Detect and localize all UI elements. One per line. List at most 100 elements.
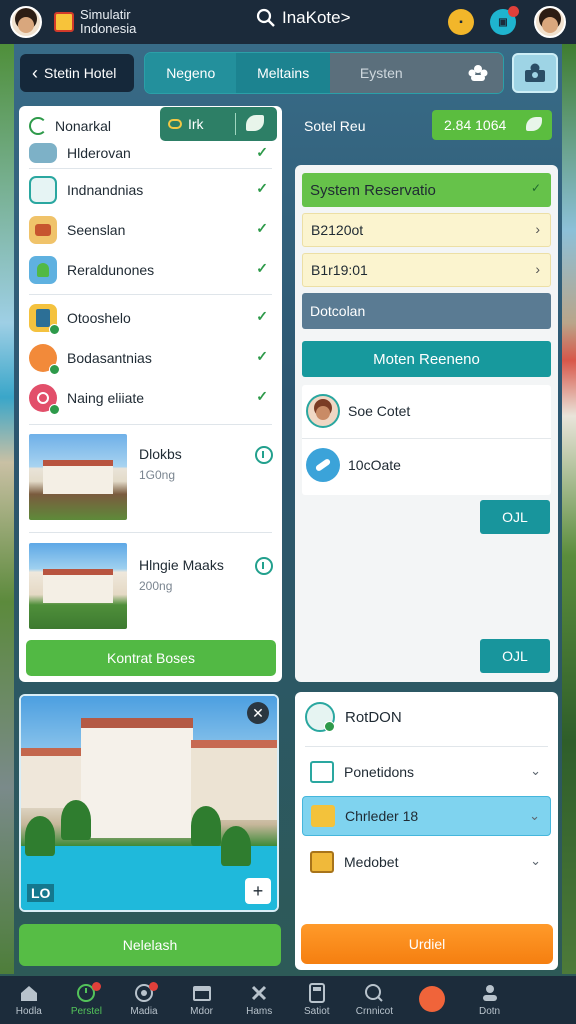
nav-item-perstel[interactable]: Perstel	[58, 976, 116, 1024]
back-button[interactable]: ‹ Stetin Hotel	[20, 54, 134, 92]
map-icon	[29, 256, 57, 284]
ok-button-2[interactable]: OJL	[480, 639, 550, 673]
plane-icon	[306, 448, 340, 482]
refresh-icon[interactable]	[29, 117, 47, 135]
chat-bubble-icon	[29, 344, 60, 375]
person-row[interactable]: 10cOate	[302, 439, 551, 491]
search-icon	[256, 8, 275, 27]
home-icon	[19, 983, 39, 1003]
pin-icon	[29, 384, 60, 415]
reservation-value: B2120ot	[311, 222, 364, 238]
person-row[interactable]: Soe Cotet	[302, 385, 551, 437]
users-icon	[468, 65, 488, 81]
account-button[interactable]	[512, 53, 558, 93]
list-item[interactable]: Indnandnias ✓	[19, 172, 282, 208]
hotel-subtext: 1G0ng	[139, 468, 176, 482]
chevron-down-icon: ⌄	[529, 808, 540, 823]
nav-label: Crnnicot	[355, 1006, 393, 1017]
message-badge	[508, 6, 519, 17]
close-icon[interactable]: ✕	[247, 702, 269, 724]
tablet-icon	[29, 304, 60, 335]
chevron-down-icon: ⌄	[530, 763, 541, 778]
nav-item-home[interactable]: Hodla	[0, 976, 58, 1024]
reservation-row[interactable]: B2120ot ›	[302, 213, 551, 247]
leaf-icon[interactable]	[246, 115, 264, 131]
check-icon: ✓	[256, 308, 268, 324]
people-list: Soe Cotet 10cOate	[302, 385, 551, 495]
bag-icon	[29, 216, 57, 244]
person-avatar	[306, 394, 340, 428]
brand[interactable]: Simulatir Indonesia	[54, 8, 136, 36]
list-item-label: Naing eliiate	[67, 390, 145, 406]
list-item[interactable]: Seenslan ✓	[19, 212, 282, 248]
link-label: Irk	[188, 116, 204, 132]
nav-label: Perstel	[70, 1006, 102, 1017]
orange-action-button[interactable]: Urdiel	[301, 924, 553, 964]
profile-icon	[480, 983, 500, 1003]
tab-meltains[interactable]: Meltains	[236, 53, 330, 93]
hotel-card[interactable]: Hlngie Maaks 200ng	[29, 543, 279, 633]
nav-item-chat[interactable]: Crnnicot	[346, 976, 404, 1024]
dropdown-row[interactable]: Ponetidons ⌄	[302, 752, 551, 792]
plus-icon[interactable]: +	[245, 878, 271, 904]
nav-item-media[interactable]: Madia	[115, 976, 173, 1024]
sotel-label: Sotel Reu	[304, 118, 366, 134]
profile-avatar[interactable]	[534, 6, 566, 38]
link-chip[interactable]: Irk	[160, 107, 277, 141]
tab-eysten[interactable]: Eysten	[329, 53, 503, 93]
user-avatar[interactable]	[10, 6, 42, 38]
contract-button[interactable]: Kontrat Boses	[26, 640, 276, 676]
hotel-thumbnail	[29, 543, 127, 629]
list-item-label: Bodasantnias	[67, 350, 152, 366]
tools-icon	[249, 983, 269, 1003]
slate-row[interactable]: Dotcolan	[302, 293, 551, 329]
info-icon[interactable]	[255, 557, 273, 575]
hotel-photo[interactable]: ✕ LO +	[19, 694, 279, 912]
reservation-header[interactable]: System Reservatio ✓	[302, 173, 551, 207]
person-label: Soe Cotet	[348, 403, 411, 419]
nav-item-profile[interactable]: Dotn	[461, 976, 519, 1024]
nav-item-tools[interactable]: Hams	[230, 976, 288, 1024]
notification-icon[interactable]: ▪	[448, 9, 474, 35]
nav-item-calendar[interactable]: Mdor	[173, 976, 231, 1024]
alert-icon	[418, 985, 445, 1012]
nav-label: Hodla	[15, 1006, 42, 1017]
check-icon: ✓	[256, 388, 268, 404]
list-item[interactable]: Hlderovan ✓	[19, 140, 282, 166]
chevron-down-icon: ⌄	[530, 853, 541, 868]
list-item[interactable]: Otooshelo ✓	[19, 300, 282, 336]
top-bar: Simulatir Indonesia InaKote> ▪ ▣	[0, 0, 576, 44]
bottom-left-button[interactable]: Nelelash	[19, 924, 281, 966]
list-item[interactable]: Bodasantnias ✓	[19, 340, 282, 376]
ok-button-1[interactable]: OJL	[480, 500, 550, 534]
hotel-card[interactable]: Dlokbs 1G0ng	[29, 434, 279, 524]
teal-bar-button[interactable]: Moten Reeneno	[302, 341, 551, 377]
nav-label: Hams	[246, 1006, 273, 1017]
tab-negeno[interactable]: Negeno	[145, 53, 237, 93]
list-item-label: Indnandnias	[67, 182, 144, 198]
scenery-right	[562, 44, 576, 974]
reservation-title: System Reservatio	[310, 181, 436, 199]
reservation-row[interactable]: B1r19:01 ›	[302, 253, 551, 287]
hotel-thumbnail	[29, 434, 127, 520]
tab-bar: Negeno Meltains Eysten	[144, 52, 504, 94]
dropdown-row[interactable]: Medobet ⌄	[302, 842, 551, 882]
nav-item-alert[interactable]	[403, 976, 461, 1024]
info-icon[interactable]	[255, 446, 273, 464]
chevron-right-icon: ›	[535, 261, 540, 277]
bottom-right-title: RotDON	[345, 708, 402, 726]
link-icon	[168, 119, 182, 129]
list-item[interactable]: Reraldunones ✓	[19, 252, 282, 288]
hotel-subtext: 200ng	[139, 579, 173, 593]
value-pill[interactable]: 2.84 1064	[432, 110, 552, 140]
value-pill-text: 2.84 1064	[444, 117, 507, 133]
message-icon[interactable]: ▣	[490, 6, 519, 35]
tab-eysten-label: Eysten	[359, 65, 403, 81]
list-item[interactable]: Naing eliiate ✓	[19, 380, 282, 416]
calculator-icon	[307, 983, 327, 1003]
person-card-icon	[525, 63, 545, 82]
nav-item-calculator[interactable]: Satiot	[288, 976, 346, 1024]
brand-logo-icon	[54, 12, 74, 32]
top-search[interactable]: InaKote>	[256, 8, 351, 28]
dropdown-row-selected[interactable]: Chrleder 18 ⌄	[302, 796, 551, 836]
